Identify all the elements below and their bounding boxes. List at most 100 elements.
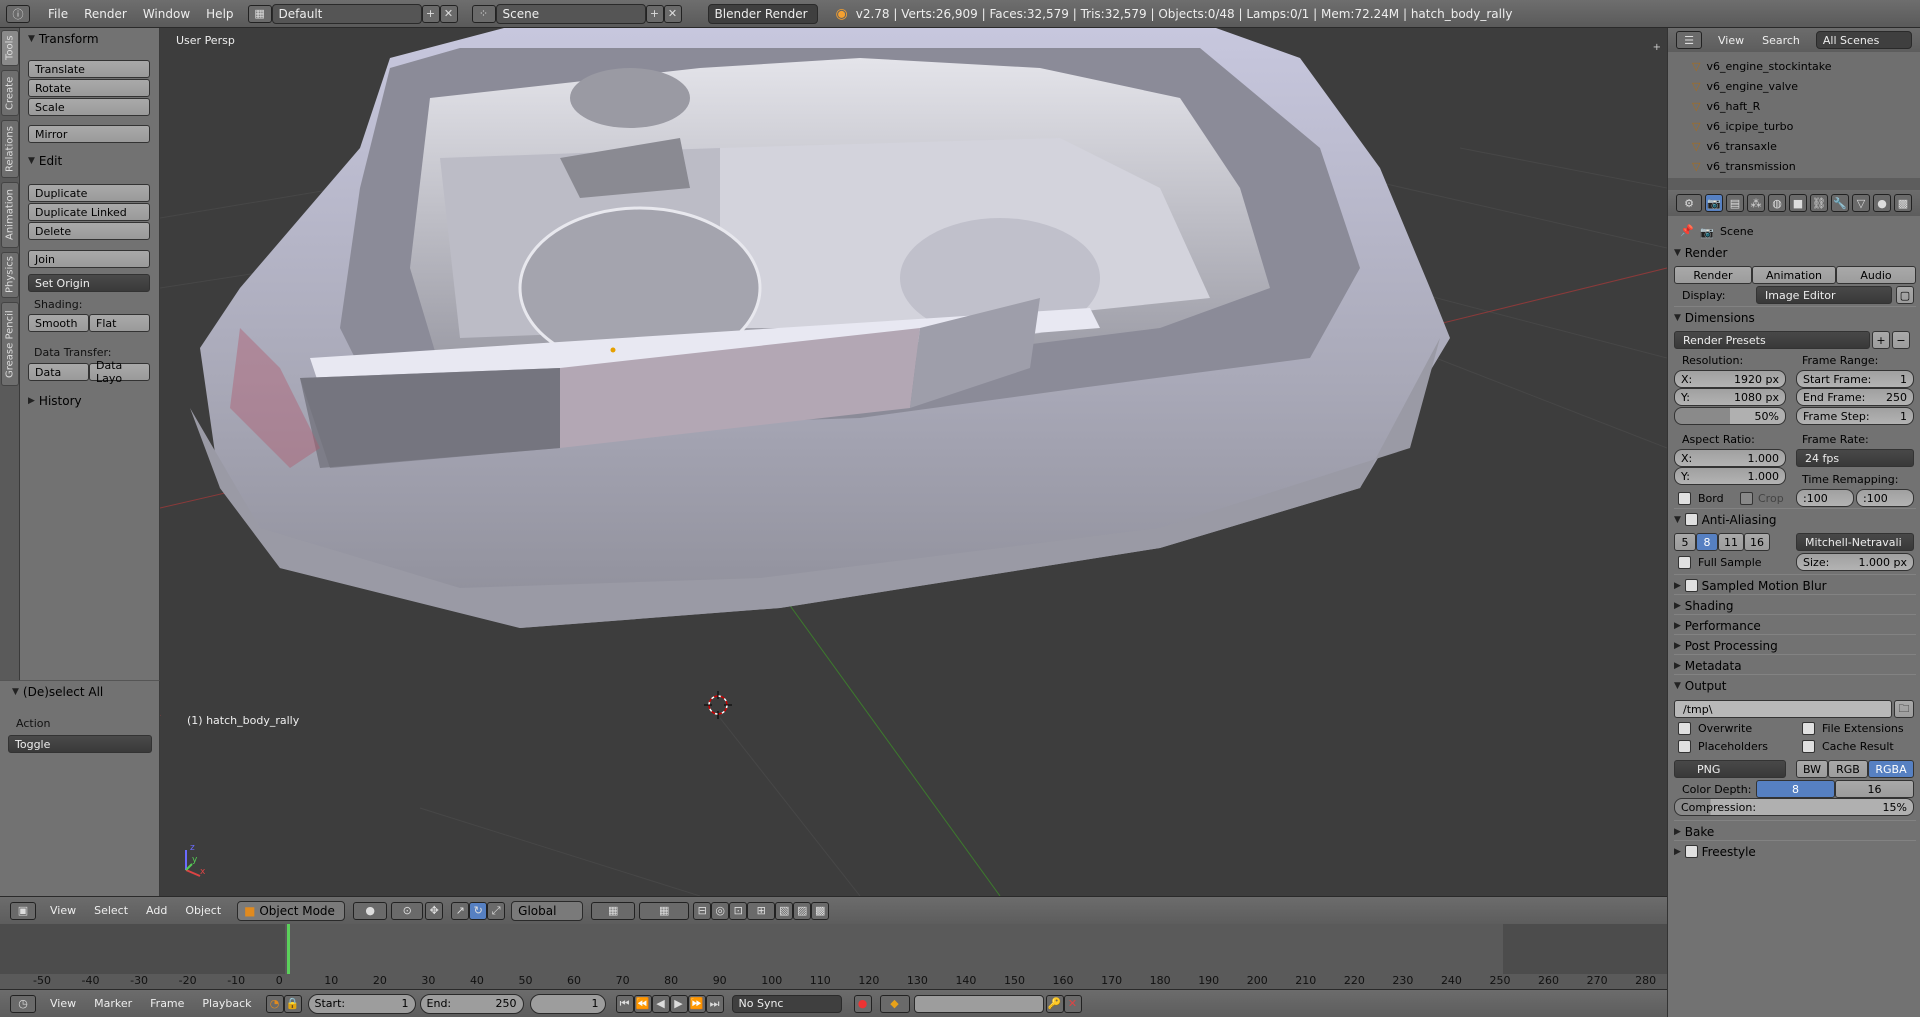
aspect-x-field[interactable]: X: 1.000	[1674, 449, 1786, 467]
set-origin-dropdown[interactable]: Set Origin	[28, 274, 150, 292]
3d-viewport[interactable]: User Persp (1) hatch_body_rally +	[160, 28, 1667, 896]
color-rgba-button[interactable]: RGBA	[1868, 760, 1914, 778]
interaction-mode-dropdown[interactable]: ■ Object Mode	[237, 900, 346, 921]
keying-set-field[interactable]	[913, 994, 1044, 1013]
outliner-filter-select[interactable]: All Scenes	[1815, 31, 1912, 49]
end-frame-input[interactable]: End: 250	[419, 993, 524, 1014]
freestyle-panel-header[interactable]: ▶ Freestyle	[1674, 840, 1916, 862]
jump-keyframe-back-icon[interactable]: ⏪	[633, 994, 652, 1013]
jump-end-icon[interactable]: ⏭	[705, 994, 724, 1013]
render-layers-tab-icon[interactable]: ▤	[1726, 194, 1744, 212]
aspect-y-field[interactable]: Y: 1.000	[1674, 467, 1786, 485]
sampled-motion-blur-panel-header[interactable]: ▶ Sampled Motion Blur	[1674, 574, 1916, 596]
outliner-menu-search[interactable]: Search	[1762, 34, 1800, 47]
remove-preset-icon[interactable]: −	[1892, 331, 1910, 349]
world-tab-icon[interactable]: ◍	[1768, 194, 1786, 212]
viewport-menu-object[interactable]: Object	[185, 904, 221, 917]
smooth-button[interactable]: Smooth	[28, 314, 89, 332]
pivot-point-icon[interactable]: ⊙	[391, 901, 424, 920]
outliner-item[interactable]: ▽ v6_icpipe_turbo	[1668, 116, 1920, 136]
join-button[interactable]: Join	[28, 250, 150, 268]
current-frame-indicator[interactable]	[287, 924, 290, 974]
scene-tab-icon[interactable]: ⁂	[1747, 194, 1765, 212]
metadata-panel-header[interactable]: ▶ Metadata	[1674, 654, 1916, 676]
translate-button[interactable]: Translate	[28, 60, 150, 78]
flat-button[interactable]: Flat	[89, 314, 150, 332]
outliner-editor-icon[interactable]: ☰	[1676, 31, 1702, 49]
mirror-button[interactable]: Mirror	[28, 125, 150, 143]
pin-icon[interactable]: 📌	[1680, 224, 1694, 237]
border-checkbox[interactable]	[1678, 492, 1691, 505]
start-frame-input[interactable]: Start: 1	[307, 993, 416, 1014]
aa-samples-8[interactable]: 8	[1696, 533, 1718, 551]
viewport-menu-select[interactable]: Select	[94, 904, 128, 917]
opengl-anim-icon[interactable]: ▨	[793, 901, 812, 920]
snap-icon[interactable]: ⊡	[729, 901, 748, 920]
aa-samples-16[interactable]: 16	[1744, 533, 1770, 551]
data-button[interactable]: Data	[28, 363, 89, 381]
remap-old-field[interactable]: :100	[1796, 489, 1854, 507]
post-processing-panel-header[interactable]: ▶ Post Processing	[1674, 634, 1916, 656]
color-depth-16[interactable]: 16	[1835, 780, 1914, 798]
freestyle-checkbox[interactable]	[1684, 845, 1698, 858]
proportional-edit-icon[interactable]: ◎	[711, 901, 730, 920]
screen-layout-field[interactable]: Default	[271, 3, 422, 24]
scene-field[interactable]: Scene	[495, 3, 646, 24]
outliner-item[interactable]: ▽ v6_transaxle	[1668, 136, 1920, 156]
scale-manipulator-icon[interactable]: ⤢	[487, 901, 506, 920]
display-dropdown[interactable]: Image Editor	[1756, 286, 1892, 304]
timeline-menu-marker[interactable]: Marker	[94, 997, 132, 1010]
menu-window[interactable]: Window	[135, 7, 198, 21]
manipulator-toggle-icon[interactable]: ✥	[425, 901, 444, 920]
rotate-button[interactable]: Rotate	[28, 79, 150, 97]
keying-icon[interactable]: ◆	[879, 994, 910, 1013]
viewport-shading-icon[interactable]: ●	[353, 901, 388, 920]
frame-rate-dropdown[interactable]: 24 fps	[1796, 449, 1914, 467]
end-frame-field[interactable]: End Frame: 250	[1796, 388, 1914, 406]
tab-grease-pencil[interactable]: Grease Pencil	[1, 302, 19, 386]
viewport-menu-view[interactable]: View	[50, 904, 76, 917]
render-panel-header[interactable]: ▼ Render	[1674, 242, 1916, 264]
material-tab-icon[interactable]: ●	[1873, 194, 1891, 212]
menu-render[interactable]: Render	[76, 7, 135, 21]
3d-cursor[interactable]	[704, 691, 732, 719]
outliner-item[interactable]: ▽ v6_transmission	[1668, 156, 1920, 176]
add-scene-icon[interactable]: +	[645, 4, 664, 23]
scale-button[interactable]: Scale	[28, 98, 150, 116]
render-preview-icon[interactable]: ▩	[811, 901, 830, 920]
remap-new-field[interactable]: :100	[1856, 489, 1914, 507]
performance-panel-header[interactable]: ▶ Performance	[1674, 614, 1916, 636]
filter-size-field[interactable]: Size: 1.000 px	[1796, 553, 1914, 571]
color-depth-8[interactable]: 8	[1756, 780, 1835, 798]
motion-blur-checkbox[interactable]	[1684, 579, 1698, 592]
outliner-menu-view[interactable]: View	[1718, 34, 1744, 47]
insert-keyframe-icon[interactable]: 🔑	[1045, 994, 1064, 1013]
layers-grid-left[interactable]: ▦	[591, 901, 636, 920]
transform-panel-header[interactable]: ▼ Transform	[28, 32, 99, 46]
timeline-menu-playback[interactable]: Playback	[202, 997, 251, 1010]
aa-samples-5[interactable]: 5	[1674, 533, 1696, 551]
timeline-menu-frame[interactable]: Frame	[150, 997, 184, 1010]
output-panel-header[interactable]: ▼ Output	[1674, 674, 1916, 696]
resolution-percentage-slider[interactable]: 50%	[1674, 407, 1786, 425]
modifiers-tab-icon[interactable]: 🔧	[1831, 194, 1849, 212]
lock-range-icon[interactable]: 🔒	[283, 994, 302, 1013]
outliner-item[interactable]: ▽ v6_engine_valve	[1668, 76, 1920, 96]
rotate-manipulator-icon[interactable]: ↻	[469, 901, 488, 920]
delete-keyframe-icon[interactable]: ✕	[1063, 994, 1082, 1013]
menu-file[interactable]: File	[40, 7, 76, 21]
play-reverse-icon[interactable]: ◀	[651, 994, 670, 1013]
viewport-editor-icon[interactable]: ▣	[10, 901, 36, 920]
operator-header[interactable]: ▼ (De)select All	[12, 685, 103, 699]
play-icon[interactable]: ▶	[669, 994, 688, 1013]
timeline-menu-view[interactable]: View	[50, 997, 76, 1010]
timeline-editor-icon[interactable]: ◷	[10, 994, 36, 1013]
full-sample-checkbox[interactable]	[1678, 556, 1691, 569]
file-extensions-checkbox[interactable]	[1802, 722, 1815, 735]
shading-panel-header[interactable]: ▶ Shading	[1674, 594, 1916, 616]
record-icon[interactable]: ●	[853, 994, 872, 1013]
tab-physics[interactable]: Physics	[1, 252, 19, 298]
properties-editor-icon[interactable]: ⚙	[1676, 194, 1702, 212]
resolution-x-field[interactable]: X: 1920 px	[1674, 370, 1786, 388]
aa-filter-dropdown[interactable]: Mitchell-Netravali	[1796, 533, 1914, 551]
